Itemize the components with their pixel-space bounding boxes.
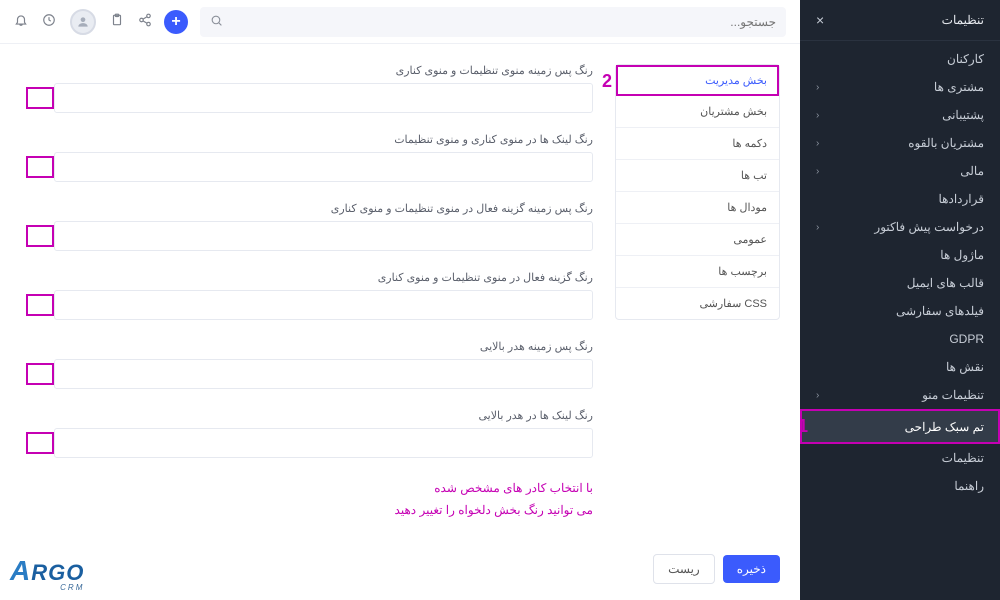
sidebar-item-label: نقش ها: [946, 360, 984, 374]
avatar[interactable]: [70, 9, 96, 35]
color-text-input[interactable]: [54, 359, 593, 389]
color-text-input[interactable]: [54, 152, 593, 182]
sidebar-item-label: تنظیمات: [942, 451, 984, 465]
search-icon: [210, 14, 223, 30]
section-nav-item[interactable]: عمومی: [616, 224, 779, 256]
sidebar-item-label: تنظیمات منو: [922, 388, 984, 402]
sidebar-item-label: قراردادها: [939, 192, 985, 206]
add-button[interactable]: +: [164, 10, 188, 34]
sidebar-item-label: مشتری ها: [934, 80, 984, 94]
form-area: رنگ پس زمینه منوی تنظیمات و منوی کناری رن…: [20, 64, 597, 522]
chevron-left-icon: ‹: [816, 138, 819, 149]
section-nav-item[interactable]: مودال ها: [616, 192, 779, 224]
field-label: رنگ پس زمینه گزینه فعال در منوی تنظیمات …: [20, 202, 593, 215]
sidebar-item[interactable]: تم سبک طراحی 1: [800, 409, 1000, 444]
sidebar-item[interactable]: تنظیمات منو ‹: [800, 381, 1000, 409]
field-label: رنگ لینک ها در هدر بالایی: [20, 409, 593, 422]
sidebar-item[interactable]: قراردادها: [800, 185, 1000, 213]
help-text: با انتخاب کادر های مشخص شده می توانید رن…: [20, 478, 593, 521]
field-label: رنگ گزینه فعال در منوی تنظیمات و منوی کن…: [20, 271, 593, 284]
color-field: رنگ لینک ها در منوی کناری و منوی تنظیمات: [20, 133, 593, 182]
sidebar-item[interactable]: راهنما: [800, 472, 1000, 500]
chevron-left-icon: ‹: [816, 390, 819, 401]
color-field: رنگ پس زمینه منوی تنظیمات و منوی کناری: [20, 64, 593, 113]
section-nav-item[interactable]: دکمه ها: [616, 128, 779, 160]
sidebar-item-label: درخواست پیش فاکتور: [874, 220, 984, 234]
sidebar-item-label: پشتیبانی: [942, 108, 984, 122]
section-nav-list: بخش مدیریت2بخش مشتریاندکمه هاتب هامودال …: [615, 64, 780, 320]
section-nav-item[interactable]: بخش مدیریت2: [616, 65, 779, 96]
annotation-marker-1: 1: [800, 416, 808, 437]
section-nav: بخش مدیریت2بخش مشتریاندکمه هاتب هامودال …: [615, 64, 780, 522]
settings-sidebar: تنظیمات × کارکنانمشتری ها‹پشتیبانی‹مشتری…: [800, 0, 1000, 600]
sidebar-item[interactable]: تنظیمات: [800, 444, 1000, 472]
sidebar-item[interactable]: فیلدهای سفارشی: [800, 297, 1000, 325]
color-swatch[interactable]: [26, 156, 54, 178]
color-text-input[interactable]: [54, 290, 593, 320]
color-swatch[interactable]: [26, 225, 54, 247]
color-field: رنگ پس زمینه گزینه فعال در منوی تنظیمات …: [20, 202, 593, 251]
sidebar-item[interactable]: ماژول ها: [800, 241, 1000, 269]
field-label: رنگ پس زمینه منوی تنظیمات و منوی کناری: [20, 64, 593, 77]
sidebar-item-label: مشتریان بالقوه: [908, 136, 984, 150]
sidebar-item-label: تم سبک طراحی: [905, 420, 984, 434]
section-nav-item[interactable]: تب ها: [616, 160, 779, 192]
reset-button[interactable]: ریست: [653, 554, 715, 584]
sidebar-item-label: کارکنان: [947, 52, 984, 66]
sidebar-item-label: GDPR: [949, 332, 984, 346]
color-text-input[interactable]: [54, 221, 593, 251]
chevron-left-icon: ‹: [816, 222, 819, 233]
color-field: رنگ لینک ها در هدر بالایی: [20, 409, 593, 458]
close-icon[interactable]: ×: [816, 12, 824, 28]
color-field: رنگ پس زمینه هدر بالایی: [20, 340, 593, 389]
help-line-1: با انتخاب کادر های مشخص شده: [20, 478, 593, 500]
sidebar-item[interactable]: کارکنان: [800, 45, 1000, 73]
search-wrap: [200, 7, 786, 37]
search-input[interactable]: [231, 15, 776, 29]
color-field: رنگ گزینه فعال در منوی تنظیمات و منوی کن…: [20, 271, 593, 320]
sidebar-item[interactable]: مشتریان بالقوه ‹: [800, 129, 1000, 157]
save-button[interactable]: ذخیره: [723, 555, 780, 583]
footer: ذخیره ریست: [0, 542, 800, 600]
help-line-2: می توانید رنگ بخش دلخواه را تغییر دهید: [20, 500, 593, 522]
sidebar-item-label: قالب های ایمیل: [907, 276, 984, 290]
annotation-marker-2: 2: [602, 71, 612, 92]
color-swatch[interactable]: [26, 363, 54, 385]
sidebar-item[interactable]: مالی ‹: [800, 157, 1000, 185]
color-swatch[interactable]: [26, 87, 54, 109]
sidebar-items: کارکنان مشتری ها ‹ پشتیبانی ‹ مشتریان بالقوه ‹…: [800, 41, 1000, 600]
sidebar-item[interactable]: درخواست پیش فاکتور ‹: [800, 213, 1000, 241]
color-text-input[interactable]: [54, 83, 593, 113]
share-icon[interactable]: [138, 13, 152, 30]
color-text-input[interactable]: [54, 428, 593, 458]
chevron-left-icon: ‹: [816, 166, 819, 177]
main-area: + بخش مدیریت2بخ: [0, 0, 800, 600]
sidebar-item-label: ماژول ها: [940, 248, 984, 262]
sidebar-item[interactable]: نقش ها: [800, 353, 1000, 381]
sidebar-item-label: مالی: [960, 164, 984, 178]
sidebar-item[interactable]: GDPR: [800, 325, 1000, 353]
section-nav-item[interactable]: برچسب ها: [616, 256, 779, 288]
sidebar-header: تنظیمات ×: [800, 0, 1000, 41]
field-label: رنگ لینک ها در منوی کناری و منوی تنظیمات: [20, 133, 593, 146]
sidebar-title: تنظیمات: [942, 13, 984, 27]
field-label: رنگ پس زمینه هدر بالایی: [20, 340, 593, 353]
sidebar-item-label: فیلدهای سفارشی: [896, 304, 984, 318]
color-swatch[interactable]: [26, 432, 54, 454]
color-swatch[interactable]: [26, 294, 54, 316]
top-icons: [14, 9, 152, 35]
sidebar-item[interactable]: مشتری ها ‹: [800, 73, 1000, 101]
chevron-left-icon: ‹: [816, 82, 819, 93]
section-nav-item[interactable]: بخش مشتریان: [616, 96, 779, 128]
clock-icon[interactable]: [42, 13, 56, 30]
content: بخش مدیریت2بخش مشتریاندکمه هاتب هامودال …: [0, 44, 800, 542]
clipboard-icon[interactable]: [110, 13, 124, 30]
bell-icon[interactable]: [14, 13, 28, 30]
section-nav-item[interactable]: CSS سفارشی: [616, 288, 779, 319]
topbar: +: [0, 0, 800, 44]
sidebar-item[interactable]: پشتیبانی ‹: [800, 101, 1000, 129]
chevron-left-icon: ‹: [816, 110, 819, 121]
sidebar-item-label: راهنما: [954, 479, 984, 493]
sidebar-item[interactable]: قالب های ایمیل: [800, 269, 1000, 297]
